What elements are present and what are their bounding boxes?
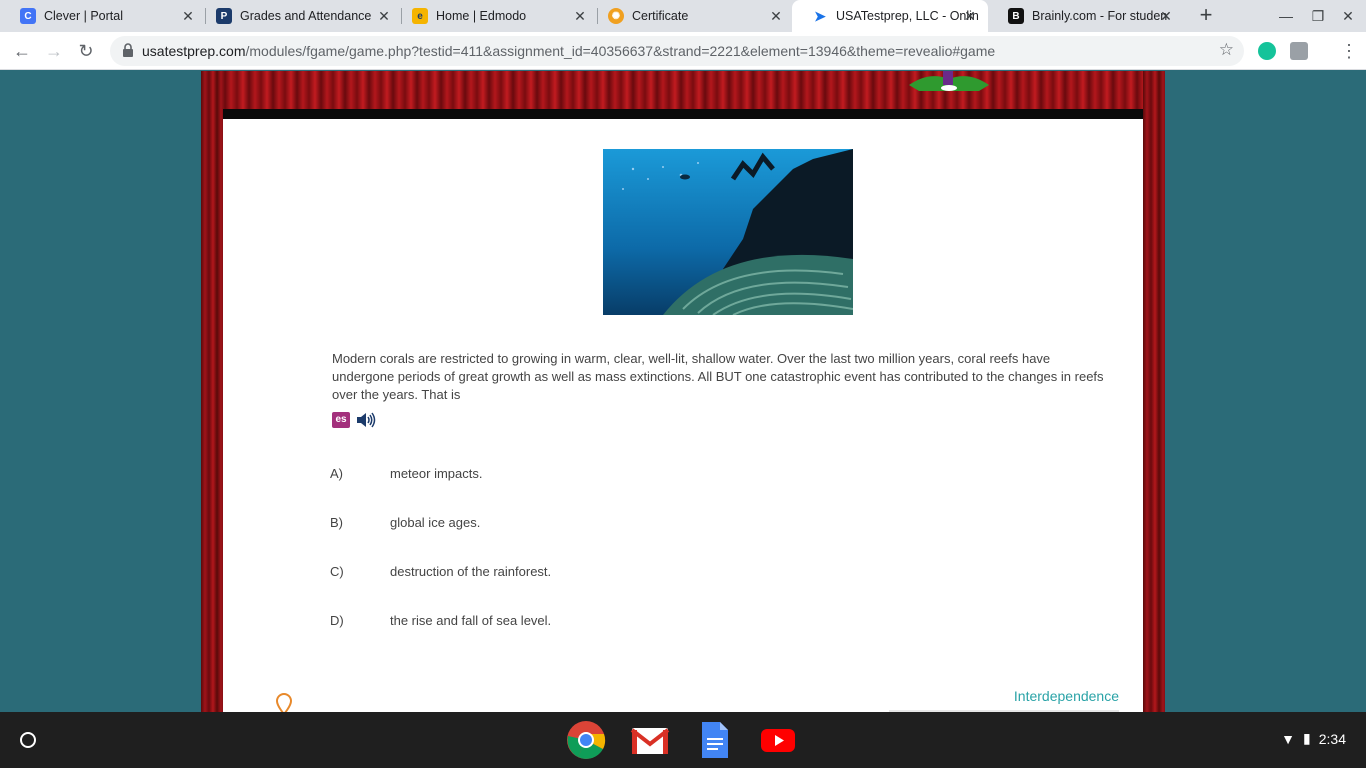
choice-text: destruction of the rainforest.: [390, 564, 552, 579]
tab-brainly[interactable]: B Brainly.com - For studen ✕: [988, 0, 1184, 32]
choice-letter: C): [330, 564, 344, 579]
browser-toolbar: ← → ↻ usatestprep.com/modules/fgame/game…: [0, 32, 1366, 70]
clock: 2:34: [1318, 730, 1346, 747]
location-pin-icon[interactable]: [275, 693, 293, 712]
extension-icon[interactable]: [1290, 42, 1308, 60]
page-viewport: Modern corals are restricted to growing …: [0, 71, 1366, 712]
question-card: Modern corals are restricted to growing …: [223, 119, 1143, 712]
launcher-icon[interactable]: [20, 732, 36, 748]
tab-certificate[interactable]: ✺ Certificate ✕: [588, 0, 794, 32]
tab-usatestprep[interactable]: ➤ USATestprep, LLC - Onlin ✕: [792, 0, 988, 32]
tab-strip: C Clever | Portal ✕ P Grades and Attenda…: [0, 0, 1366, 32]
os-shelf: ▼ ▮ 2:34: [0, 712, 1366, 768]
battery-icon: ▮: [1303, 730, 1311, 746]
answer-choice-c[interactable]: C) destruction of the rainforest.: [330, 564, 551, 579]
system-tray[interactable]: ▼ ▮ 2:34: [1281, 730, 1346, 747]
answer-choice-d[interactable]: D) the rise and fall of sea level.: [330, 613, 551, 628]
youtube-icon[interactable]: [758, 720, 798, 760]
mascot-icon: [909, 71, 989, 91]
choice-text: meteor impacts.: [390, 466, 483, 481]
close-icon[interactable]: ✕: [962, 8, 978, 24]
reload-icon[interactable]: ↻: [74, 39, 98, 63]
forward-icon[interactable]: →: [42, 39, 66, 63]
bookmark-star-icon[interactable]: ☆: [1219, 40, 1234, 60]
powerschool-icon: P: [216, 8, 232, 24]
close-icon[interactable]: ✕: [376, 8, 392, 24]
grammarly-icon[interactable]: [1258, 42, 1276, 60]
chrome-icon[interactable]: [566, 720, 606, 760]
speaker-icon[interactable]: [356, 412, 376, 428]
curtain-right: [1143, 71, 1165, 712]
url-host: usatestprep.com: [142, 43, 246, 59]
choice-letter: D): [330, 613, 344, 628]
curtain-left: [201, 71, 223, 712]
spanish-translate-icon[interactable]: es: [332, 412, 350, 428]
clever-icon: C: [20, 8, 36, 24]
question-tools: es: [332, 411, 376, 429]
brainly-icon: B: [1008, 8, 1024, 24]
address-bar[interactable]: usatestprep.com/modules/fgame/game.php?t…: [110, 36, 1244, 66]
close-icon[interactable]: ✕: [1158, 8, 1174, 24]
answer-choice-b[interactable]: B) global ice ages.: [330, 515, 480, 530]
edmodo-icon: e: [412, 8, 428, 24]
close-icon[interactable]: ✕: [572, 8, 588, 24]
restore-icon[interactable]: ❐: [1303, 4, 1333, 28]
cursor-icon: ➤: [814, 7, 826, 24]
choice-text: the rise and fall of sea level.: [390, 613, 552, 628]
new-tab-button[interactable]: +: [1196, 4, 1216, 26]
url-path: /modules/fgame/game.php?testid=411&assig…: [245, 43, 996, 59]
coral-reef-image: [603, 149, 853, 315]
back-icon[interactable]: ←: [10, 39, 34, 63]
docs-icon[interactable]: [694, 720, 734, 760]
certificate-icon: ✺: [608, 8, 624, 24]
url-text: usatestprep.com/modules/fgame/game.php?t…: [142, 43, 995, 59]
lock-icon: [123, 43, 133, 57]
question-text: Modern corals are restricted to growing …: [332, 351, 1104, 402]
tab-grades[interactable]: P Grades and Attendance ✕: [196, 0, 402, 32]
tab-edmodo[interactable]: e Home | Edmodo ✕: [392, 0, 598, 32]
curtain-valance: [201, 71, 1165, 109]
choice-letter: A): [330, 466, 343, 481]
wifi-icon: ▼: [1281, 730, 1296, 747]
choice-text: global ice ages.: [390, 515, 481, 530]
answer-choice-a[interactable]: A) meteor impacts.: [330, 466, 482, 481]
close-icon[interactable]: ✕: [768, 8, 784, 24]
choice-letter: B): [330, 515, 343, 530]
tab-clever[interactable]: C Clever | Portal ✕: [0, 0, 206, 32]
window-close-icon[interactable]: ✕: [1333, 4, 1363, 28]
topic-link[interactable]: Interdependence: [1014, 688, 1119, 704]
minimize-icon[interactable]: —: [1271, 4, 1301, 28]
theater-stage: Modern corals are restricted to growing …: [201, 71, 1165, 712]
close-icon[interactable]: ✕: [180, 8, 196, 24]
menu-kebab-icon[interactable]: ⋮: [1340, 41, 1358, 61]
gmail-icon[interactable]: [630, 720, 670, 760]
